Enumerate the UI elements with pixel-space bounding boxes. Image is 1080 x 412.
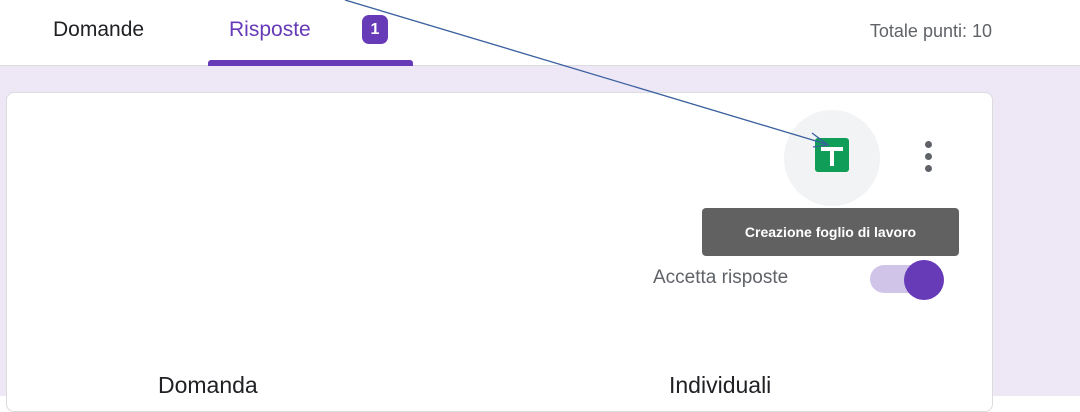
more-vert-icon	[925, 141, 932, 148]
create-spreadsheet-tooltip: Creazione foglio di lavoro	[702, 208, 959, 256]
more-options-button[interactable]	[906, 135, 950, 179]
tab-risposte[interactable]: Risposte	[229, 14, 311, 46]
more-vert-icon-dot	[925, 153, 932, 160]
responses-count-badge: 1	[362, 15, 388, 44]
more-vert-icon-dot	[925, 165, 932, 172]
toggle-thumb	[904, 260, 944, 300]
total-points-label: Totale punti: 10	[869, 21, 992, 41]
google-sheets-icon	[815, 138, 849, 172]
tab-domande[interactable]: Domande	[53, 14, 144, 46]
accept-responses-toggle[interactable]	[870, 260, 950, 300]
accept-responses-label: Accetta risposte	[653, 267, 789, 288]
top-tab-bar: Domande Risposte 1 Totale punti: 10	[0, 0, 1080, 66]
